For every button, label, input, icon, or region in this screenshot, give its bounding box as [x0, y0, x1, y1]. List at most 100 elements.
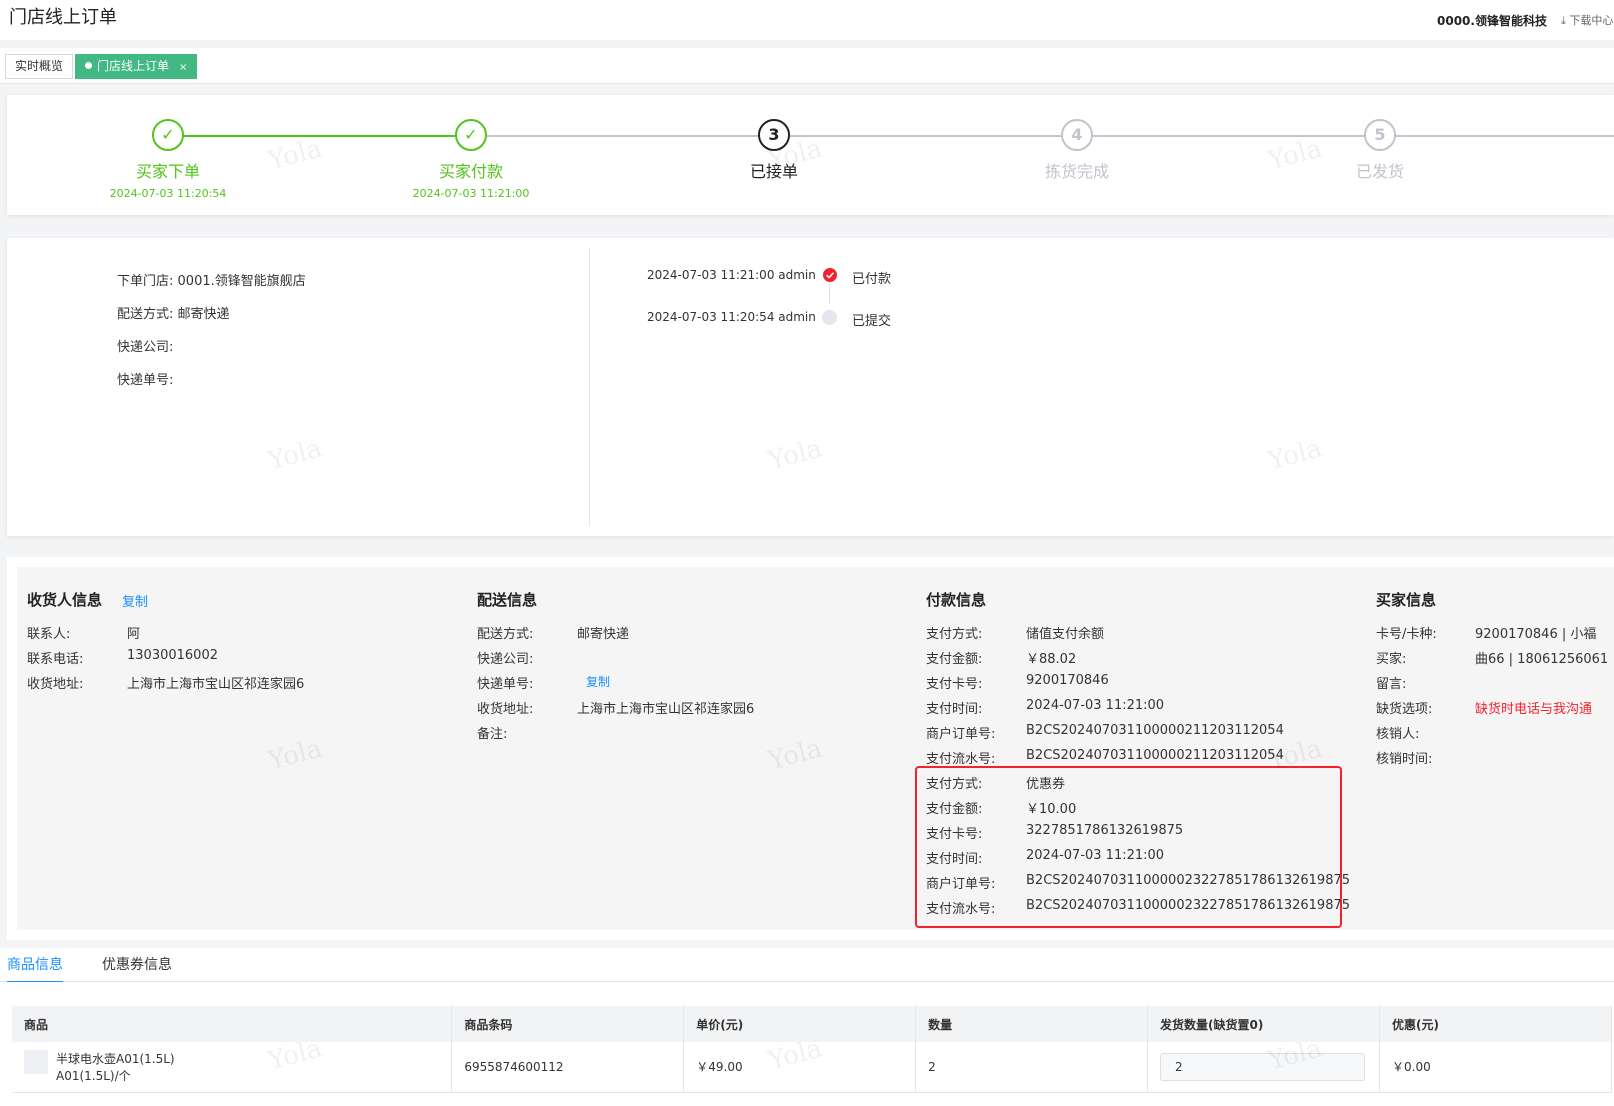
step-4-title: 拣货完成 [1044, 162, 1109, 181]
step-2-check-icon: ✓ [455, 119, 487, 151]
barcode-cell: 6955874600112 [451, 1042, 685, 1093]
store-label: 下单门店: [117, 274, 174, 289]
express-no-row: 快递单号: [117, 369, 173, 388]
payment-label: 商户订单号: [926, 727, 996, 742]
product-text: 半球电水壶A01(1.5L) A01(1.5L)/个 [56, 1050, 175, 1084]
divider [589, 248, 590, 526]
column-header: 商品 [12, 1006, 453, 1042]
tab-coupon-info[interactable]: 优惠券信息 [102, 954, 172, 974]
buyer-value: 9200170846 | 小福 [1475, 627, 1597, 642]
buyer-label: 卡号/卡种: [1376, 627, 1437, 642]
timeline-time: 2024-07-03 11:20:54 admin [647, 310, 816, 324]
payment-title: 付款信息 [926, 591, 987, 609]
step-1-check-icon: ✓ [152, 119, 184, 151]
product-name: 半球电水壶A01(1.5L) [56, 1051, 175, 1066]
delivery-value: 邮寄快递 [177, 307, 230, 322]
step-4-circle: 4 [1061, 119, 1093, 151]
highlight-box [915, 766, 1342, 928]
buyer-title: 买家信息 [1376, 591, 1437, 609]
tab-label: 门店线上订单 [97, 59, 170, 73]
column-header: 发货数量(缺货置0) [1147, 1006, 1381, 1042]
payment-value: ￥88.02 [1026, 652, 1077, 667]
delivery-label: 快递单号: [477, 677, 534, 692]
column-header: 单价(元) [683, 1006, 917, 1042]
receiver-label: 联系人: [27, 627, 71, 642]
step-1-time: 2024-07-03 11:20:54 [109, 187, 227, 200]
payment-label: 支付金额: [926, 652, 983, 667]
payment-value: B2CS20240703110000021120311205​4 [1026, 723, 1284, 738]
column-header: 优惠(元) [1379, 1006, 1612, 1042]
close-icon[interactable]: × [179, 62, 187, 73]
payment-value: 储值支付余额 [1026, 627, 1105, 642]
timeline-dot-icon [822, 310, 837, 325]
product-spec: A01(1.5L)/个 [56, 1068, 131, 1083]
step-2-time: 2024-07-03 11:21:00 [412, 187, 530, 200]
delivery-label: 配送方式: [117, 307, 174, 322]
org-name[interactable]: 0000.领锋智能科技 [1437, 12, 1547, 29]
receiver-title: 收货人信息 [27, 591, 103, 609]
receiver-value: 阿 [127, 627, 141, 642]
goods-tabs: 商品信息 优惠券信息 [0, 948, 1614, 983]
copy-express-no-link[interactable]: 复制 [586, 673, 610, 690]
delivery-value: 上海市上海市宝山区祁连家园6 [577, 702, 755, 717]
check-circle-icon [823, 268, 837, 282]
delivery-label: 备注: [477, 727, 508, 742]
delivery-label: 快递公司: [477, 652, 534, 667]
receiver-label: 收货地址: [27, 677, 84, 692]
tab-bar: 实时概览 门店线上订单 × [0, 48, 1614, 84]
delivery-row: 配送方式: 邮寄快递 [117, 303, 230, 322]
payment-value: 9200170846 [1026, 673, 1109, 688]
delivery-label: 收货地址: [477, 702, 534, 717]
store-value: 0001.领锋智能旗舰店 [177, 274, 306, 289]
store-row: 下单门店: 0001.领锋智能旗舰店 [117, 270, 306, 289]
tab-label: 实时概览 [15, 59, 64, 73]
step-5-circle: 5 [1364, 119, 1396, 151]
discount-cell: ￥0.00 [1379, 1042, 1612, 1093]
timeline-connector [829, 284, 830, 304]
express-label: 快递公司: [117, 340, 174, 355]
qty-cell: 2 [915, 1042, 1149, 1093]
step-connector [476, 135, 1614, 137]
payment-label: 支付流水号: [926, 752, 996, 767]
tab-store-online-orders[interactable]: 门店线上订单 × [75, 54, 198, 79]
express-row: 快递公司: [117, 336, 173, 355]
copy-receiver-link[interactable]: 复制 [122, 591, 148, 610]
step-2-title: 买家付款 [438, 162, 503, 181]
step-1-title: 买家下单 [135, 162, 200, 181]
receiver-value: 上海市上海市宝山区祁连家园6 [127, 677, 305, 692]
receiver-value: 13030016002 [127, 648, 218, 663]
express-no-label: 快递单号: [117, 373, 174, 388]
page-title: 门店线上订单 [9, 7, 117, 28]
payment-label: 支付卡号: [926, 677, 983, 692]
buyer-value: 曲66 | 18061256061 [1475, 652, 1609, 667]
buyer-label: 缺货选项: [1376, 702, 1433, 717]
payment-label: 支付方式: [926, 627, 983, 642]
tab-overview[interactable]: 实时概览 [5, 54, 74, 79]
top-header: 门店线上订单 0000.领锋智能科技 ⤓ 下载中心 [0, 0, 1614, 40]
active-dot-icon [85, 62, 92, 69]
ship-qty-cell: 2 [1147, 1042, 1381, 1093]
product-image [24, 1049, 48, 1074]
timeline-status: 已提交 [852, 314, 892, 329]
buyer-label: 留言: [1376, 677, 1407, 692]
goods-cell: 半球电水壶A01(1.5L) A01(1.5L)/个 [12, 1042, 453, 1093]
buyer-label: 核销人: [1376, 727, 1420, 742]
ship-qty-input[interactable]: 2 [1160, 1052, 1366, 1081]
tab-goods-info[interactable]: 商品信息 [7, 954, 63, 983]
receiver-label: 联系电话: [27, 652, 84, 667]
payment-label: 支付时间: [926, 702, 983, 717]
timeline-time: 2024-07-03 11:21:00 admin [647, 268, 816, 282]
buyer-value: 缺货时电话与我沟通 [1475, 702, 1593, 717]
column-header: 数量 [915, 1006, 1149, 1042]
delivery-label: 配送方式: [477, 627, 534, 642]
download-center-link[interactable]: ⤓ 下载中心 [1561, 12, 1613, 28]
buyer-label: 核销时间: [1376, 752, 1433, 767]
timeline-status: 已付款 [852, 272, 892, 287]
step-connector [174, 135, 476, 137]
delivery-title: 配送信息 [477, 591, 538, 609]
column-header: 商品条码 [451, 1006, 685, 1042]
delivery-value: 邮寄快递 [577, 627, 630, 642]
payment-value: B2CS20240703110000021120311205​4 [1026, 748, 1284, 763]
order-summary-card: 下单门店: 0001.领锋智能旗舰店 配送方式: 邮寄快递 快递公司: 快递单号… [7, 238, 1614, 536]
buyer-label: 买家: [1376, 652, 1407, 667]
